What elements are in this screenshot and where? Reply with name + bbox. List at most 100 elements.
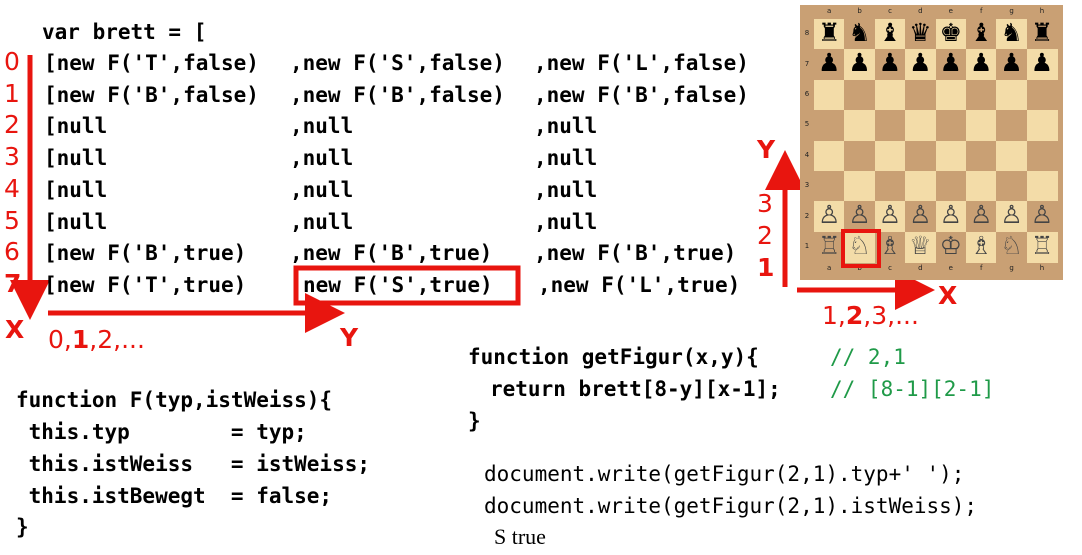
chessboard: ♜ ♞ ♝ ♛ ♚ ♝ ♞ ♜ ♟ ♟ ♟ ♟ ♟ ♟ ♟ ♟ ♙ ♙ ♙ ♙ ♙ ♙ ♙ ♙ ♖ ♘ ♗ ♕ ♔ ♗ ♘ ♖ a a b b c c d d…	[800, 5, 1063, 280]
rank-coordinate: 3	[804, 181, 810, 190]
board-square	[966, 110, 997, 142]
brett-cell: ,null	[290, 146, 354, 171]
getfigur-comment-2: // [8-1][2-1]	[830, 377, 995, 401]
brett-cell: [new F('B',false)	[44, 82, 259, 107]
chess-piece-icon: ♙	[939, 200, 962, 230]
board-rank-number-1: 1	[757, 253, 775, 282]
rank-coordinate: 7	[804, 59, 810, 68]
row-index: 0	[4, 47, 20, 76]
board-square	[814, 171, 845, 202]
file-coordinate: d	[918, 7, 923, 15]
rank-coordinate: 2	[804, 211, 810, 220]
chess-piece-icon: ♙	[817, 200, 841, 230]
rank-coordinate: 6	[804, 90, 810, 98]
board-square	[905, 110, 937, 142]
brett-cell: [null	[44, 114, 108, 139]
brett-cell: new F('S',true)	[303, 272, 493, 297]
brett-cell: ,null	[534, 209, 598, 234]
chess-piece-icon: ♘	[1000, 230, 1023, 260]
chess-piece-icon: ♖	[1030, 230, 1054, 260]
class-line-5: }	[16, 515, 29, 539]
brett-cell: [null	[44, 177, 108, 202]
chess-piece-icon: ♙	[1030, 200, 1054, 230]
board-rank-number-2: 2	[757, 221, 773, 250]
rank-coordinate: 5	[804, 120, 810, 129]
board-square	[935, 140, 967, 172]
board-square	[905, 79, 937, 111]
board-file-numbers: 1,2,3,...	[822, 301, 919, 330]
column-indices: 0,1,2,...	[48, 325, 145, 354]
row-index: 7	[4, 268, 22, 298]
brett-cell: [new F('B',true)	[44, 241, 247, 266]
rank-coordinate: 4	[804, 150, 810, 159]
brett-cell: ,new F('B',false)	[290, 82, 505, 107]
brett-cell: ,null	[290, 114, 354, 139]
brett-cell: [null	[44, 209, 108, 234]
board-square	[996, 171, 1028, 202]
brett-cell: ,new F('B',true)	[290, 241, 493, 266]
brett-cell: ,null	[534, 114, 598, 139]
brett-cell: ,null	[290, 209, 354, 234]
row-index: 3	[4, 142, 20, 172]
row-index: 6	[4, 237, 20, 267]
board-rank-number-3: 3	[757, 189, 773, 218]
board-square	[844, 171, 876, 202]
code-x-label: X	[5, 315, 25, 344]
board-square	[935, 79, 967, 111]
chess-piece-icon: ♟	[878, 48, 902, 78]
class-line-1: function F(typ,istWeiss){	[16, 388, 333, 412]
getfigur-line-3: }	[468, 409, 481, 433]
file-coordinate: h	[1039, 264, 1045, 273]
chess-piece-icon: ♜	[1030, 18, 1054, 47]
chess-piece-icon: ♔	[939, 230, 962, 260]
board-square	[935, 171, 967, 202]
code-y-label: Y	[340, 323, 359, 352]
brett-cell: [new F('T',false)	[44, 51, 259, 75]
brett-cell: [new F('T',true)	[44, 272, 247, 297]
chess-piece-icon: ♝	[878, 18, 902, 47]
class-line-4: this.istBewegt = false;	[16, 484, 333, 508]
chess-piece-icon: ♜	[817, 18, 841, 47]
file-coordinate: h	[1039, 7, 1045, 15]
program-output: S true	[494, 524, 546, 549]
chess-piece-icon: ♟	[909, 48, 932, 78]
chess-piece-icon: ♙	[1000, 200, 1023, 230]
chess-piece-icon: ♟	[1030, 48, 1054, 78]
chess-piece-icon: ♖	[817, 230, 841, 260]
board-square	[874, 110, 906, 142]
board-square	[905, 171, 937, 202]
board-x-label: X	[938, 281, 958, 310]
file-coordinate: a	[827, 264, 832, 273]
file-coordinate: b	[857, 7, 862, 15]
brett-header: var brett = [	[42, 20, 207, 44]
brett-cell: ,null	[290, 177, 354, 202]
write-line-2: document.write(getFigur(2,1).istWeiss);	[484, 494, 978, 518]
file-coordinate: e	[948, 7, 953, 15]
file-coordinate: f	[979, 264, 983, 273]
chess-piece-icon: ♞	[848, 18, 871, 47]
chess-piece-icon: ♟	[969, 48, 993, 78]
file-coordinate: a	[827, 7, 832, 15]
board-square	[874, 79, 906, 111]
chess-piece-icon: ♙	[909, 200, 932, 230]
board-square	[966, 171, 997, 202]
board-square	[1026, 79, 1058, 111]
board-square	[814, 79, 845, 111]
file-coordinate: g	[1009, 7, 1014, 15]
board-square	[996, 140, 1028, 172]
board-square	[874, 140, 906, 172]
board-square	[905, 140, 937, 172]
board-square	[1026, 110, 1058, 142]
board-square	[996, 110, 1028, 142]
chess-piece-icon: ♗	[969, 230, 993, 260]
row-index: 1	[4, 78, 20, 108]
chess-piece-icon: ♙	[878, 200, 902, 230]
file-coordinate: g	[1009, 264, 1014, 273]
rank-coordinate: 8	[804, 29, 810, 38]
row-index: 4	[4, 173, 20, 203]
chess-piece-icon: ♙	[848, 200, 871, 230]
board-square	[874, 171, 906, 202]
brett-cell: ,new F('L',false)	[534, 51, 749, 75]
chess-piece-icon: ♞	[1000, 18, 1023, 47]
board-square	[935, 110, 967, 142]
